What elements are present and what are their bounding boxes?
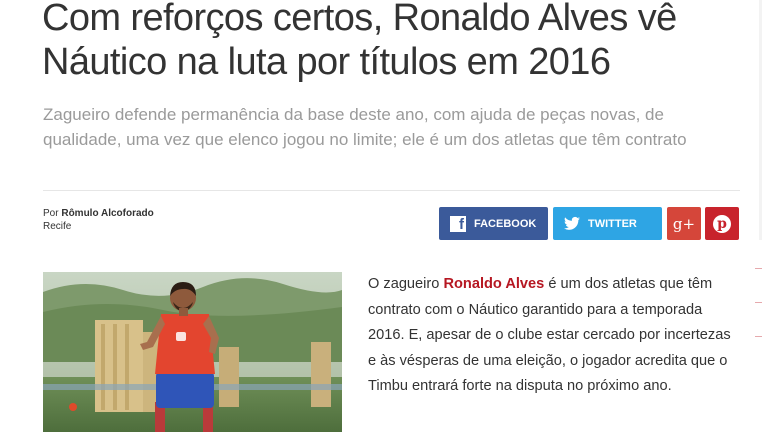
article-title: Com reforços certos, Ronaldo Alves vê Ná… — [42, 0, 677, 83]
pinterest-icon: p — [713, 214, 731, 233]
edge-marker — [755, 336, 762, 337]
article-photo[interactable] — [43, 272, 342, 432]
edge-marker — [755, 302, 762, 303]
divider — [43, 190, 740, 191]
google-plus-icon: g+ — [672, 214, 696, 233]
player-photo-image — [43, 272, 342, 432]
player-name-link[interactable]: Ronaldo Alves — [443, 276, 544, 292]
article-subtitle: Zagueiro defende permanência da base des… — [43, 105, 687, 149]
author-name[interactable]: Rômulo Alcoforado — [61, 208, 153, 219]
article-body: O zagueiro Ronaldo Alves é um dos atleta… — [368, 272, 740, 400]
facebook-icon: f — [450, 215, 466, 232]
google-plus-share-button[interactable]: g+ — [667, 207, 701, 240]
edge-marker — [755, 268, 762, 269]
body-text-rest: é um dos atletas que têm contrato com o … — [368, 276, 731, 395]
twitter-share-button[interactable]: TWITTER — [553, 207, 662, 240]
twitter-icon — [564, 216, 580, 232]
author-prefix: Por — [43, 208, 59, 219]
body-text-start: O zagueiro — [368, 276, 444, 292]
author-byline: Por Rômulo Alcoforado — [43, 207, 154, 221]
author-city: Recife — [43, 221, 72, 232]
pinterest-share-button[interactable]: p — [705, 207, 739, 240]
twitter-share-label: TWITTER — [588, 217, 637, 230]
facebook-share-button[interactable]: f FACEBOOK — [439, 207, 548, 240]
facebook-share-label: FACEBOOK — [474, 217, 537, 230]
